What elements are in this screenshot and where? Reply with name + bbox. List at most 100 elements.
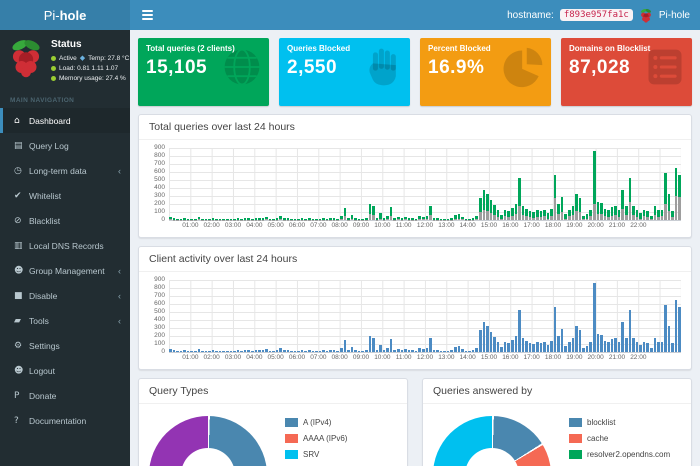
bar: [290, 219, 293, 220]
stat-cards-row: Total queries (2 clients) 15,105 Queries…: [138, 38, 692, 106]
bar: [219, 219, 222, 220]
y-axis-tick: 800: [154, 285, 165, 292]
sidebar-item-local-dns-records[interactable]: ▥Local DNS Records: [0, 233, 130, 258]
bar: [301, 350, 304, 352]
queries-answered-panel: Queries answered by blocklistcacheresolv…: [422, 378, 692, 466]
y-axis-tick: 0: [161, 217, 165, 224]
queries-answered-donut[interactable]: [433, 416, 551, 466]
sidebar-item-blacklist[interactable]: ⊘Blacklist: [0, 208, 130, 233]
bar: [550, 209, 553, 220]
sidebar-item-logout[interactable]: ☻Logout: [0, 358, 130, 383]
bar: [454, 215, 457, 220]
brand-logo[interactable]: Pi-hole: [0, 0, 130, 30]
legend-swatch: [285, 434, 298, 443]
sidebar-item-label: Whitelist: [29, 191, 61, 201]
bar: [365, 218, 368, 220]
bar: [198, 217, 201, 220]
bar: [201, 219, 204, 220]
bar: [643, 342, 646, 352]
user-menu[interactable]: Pi-hole: [659, 10, 690, 21]
legend-item[interactable]: resolver2.opendns.com: [569, 450, 670, 459]
sidebar-item-donate[interactable]: PDonate: [0, 383, 130, 408]
bar: [258, 218, 261, 220]
brand-prefix: Pi-: [44, 8, 60, 23]
sidebar-item-whitelist[interactable]: ✔Whitelist: [0, 183, 130, 208]
bar: [575, 326, 578, 352]
bar: [287, 218, 290, 220]
legend-item[interactable]: blocklist: [569, 418, 670, 427]
bar: [586, 346, 589, 352]
bar: [205, 219, 208, 220]
sidebar-toggle-button[interactable]: [130, 0, 165, 30]
client-activity-chart[interactable]: 900800700600500400300200100001:0002:0003…: [139, 272, 691, 369]
y-axis-tick: 500: [154, 177, 165, 184]
x-axis-tick: 06:00: [289, 223, 305, 230]
bar: [650, 216, 653, 220]
ban-icon: ⊘: [14, 216, 29, 226]
check-icon: ✔: [14, 191, 29, 201]
sidebar-item-group-management[interactable]: ☻Group Management‹: [0, 258, 130, 283]
bar: [654, 206, 657, 220]
bar: [404, 217, 407, 220]
bar: [486, 326, 489, 352]
bar: [347, 218, 350, 220]
legend-item[interactable]: SRV: [285, 450, 347, 459]
temperature-icon: ◆: [80, 54, 85, 62]
bar: [215, 351, 218, 352]
bar: [304, 351, 307, 352]
sidebar-item-documentation[interactable]: ?Documentation: [0, 408, 130, 433]
bar: [173, 350, 176, 352]
y-axis-tick: 500: [154, 309, 165, 316]
bar: [169, 349, 172, 352]
bar: [361, 219, 364, 220]
legend-swatch: [569, 450, 582, 459]
status-line-load: Load: 0.81 1.11 1.07: [51, 65, 129, 72]
sidebar-item-query-log[interactable]: ▤Query Log: [0, 133, 130, 158]
bar: [272, 351, 275, 352]
bar: [472, 218, 475, 220]
stat-card-queries-blocked[interactable]: Queries Blocked 2,550: [279, 38, 410, 106]
bar: [461, 349, 464, 352]
bar: [190, 351, 193, 352]
legend-swatch: [569, 418, 582, 427]
stat-card-total-queries[interactable]: Total queries (2 clients) 15,105: [138, 38, 269, 106]
x-axis-tick: 21:00: [609, 223, 625, 230]
sidebar-item-long-term-data[interactable]: ◷Long-term data‹: [0, 158, 130, 183]
bar: [597, 334, 600, 352]
bar: [543, 210, 546, 220]
x-axis-tick: 09:00: [353, 355, 369, 362]
stat-card-domains-blocklist[interactable]: Domains on Blocklist 87,028: [561, 38, 692, 106]
bar: [326, 351, 329, 352]
bar: [621, 322, 624, 352]
query-types-donut[interactable]: [149, 416, 267, 466]
bar: [393, 218, 396, 220]
legend-label: SRV: [303, 450, 319, 459]
bar: [532, 344, 535, 352]
sidebar-item-disable[interactable]: ■Disable‹: [0, 283, 130, 308]
bar: [187, 351, 190, 352]
bar: [312, 351, 315, 352]
hostname-label: hostname:: [507, 10, 554, 21]
legend-item[interactable]: cache: [569, 434, 670, 443]
queries-answered-legend: blocklistcacheresolver2.opendns.comresol…: [569, 418, 670, 466]
status-panel: Status Active ◆ Temp: 27.8 °C Load: 0.81…: [0, 30, 130, 91]
bar: [479, 198, 482, 220]
stat-card-percent-blocked[interactable]: Percent Blocked 16.9%: [420, 38, 551, 106]
bar: [379, 213, 382, 220]
legend-label: resolver2.opendns.com: [587, 450, 670, 459]
sidebar-item-tools[interactable]: ▰Tools‹: [0, 308, 130, 333]
bar: [422, 217, 425, 220]
legend-item[interactable]: A (IPv4): [285, 418, 347, 427]
sidebar-item-dashboard[interactable]: ⌂Dashboard: [0, 108, 130, 133]
bar: [664, 173, 667, 220]
bar: [582, 348, 585, 352]
bar: [554, 175, 557, 220]
total-queries-chart[interactable]: 900800700600500400300200100001:0002:0003…: [139, 140, 691, 237]
bar: [198, 349, 201, 352]
legend-item[interactable]: AAAA (IPv6): [285, 434, 347, 443]
status-dot-icon: [51, 56, 56, 61]
bar: [390, 339, 393, 352]
bar: [518, 178, 521, 220]
bar: [244, 218, 247, 220]
sidebar-item-settings[interactable]: ⚙Settings: [0, 333, 130, 358]
